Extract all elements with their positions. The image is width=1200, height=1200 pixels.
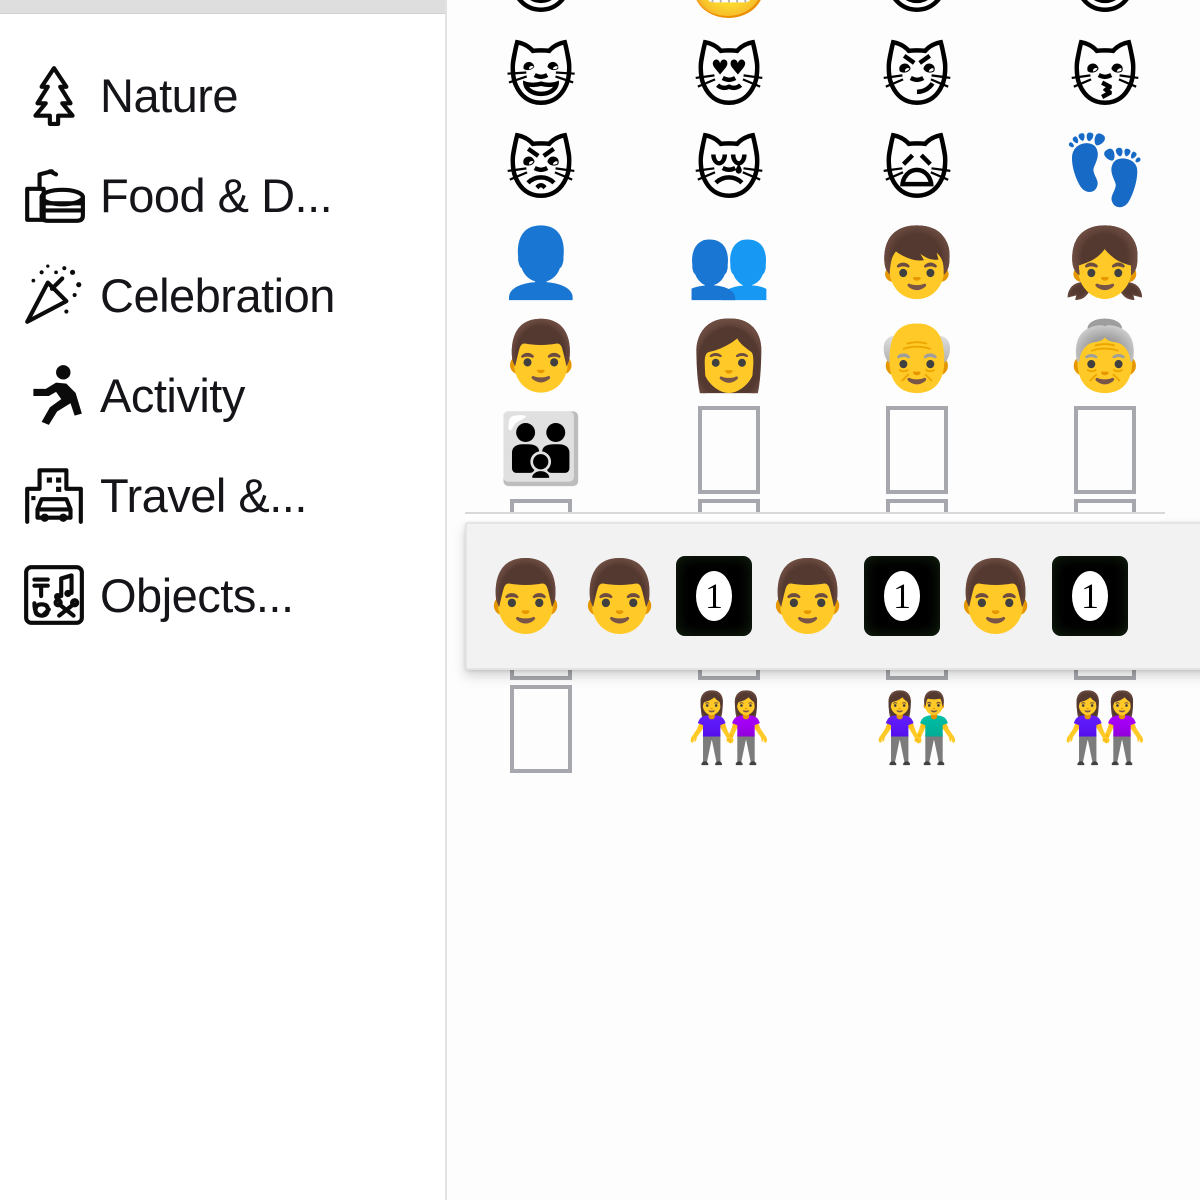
sidebar-item-celebration[interactable]: Celebration (0, 245, 445, 345)
skin-tone-option-man-light-tone[interactable]: 👨 (573, 561, 667, 631)
sidebar-item-objects[interactable]: Objects... (0, 545, 445, 645)
sidebar-item-label: Food & D... (100, 168, 333, 222)
sidebar-item-label: Nature (100, 68, 239, 122)
emoji-cell-man[interactable]: 👨 (447, 310, 635, 403)
emoji-glyph: 👤 (498, 223, 584, 303)
sidebar-item-label: Objects... (100, 568, 294, 622)
emoji-glyph: 😿 (693, 130, 765, 210)
skin-tone-option-man-medium-light-tone[interactable]: 👨 (761, 561, 855, 631)
running-person-icon (8, 362, 100, 428)
skin-tone-option-man-default-tone[interactable]: 👨 (479, 561, 573, 631)
emoji-glyph: 😽 (1069, 37, 1141, 117)
skin-tone-emoji-glyph: 👨 (764, 555, 852, 637)
sidebar-item-label: Activity (100, 368, 245, 422)
sidebar-item-nature[interactable]: Nature (0, 45, 445, 145)
sidebar-item-label: Celebration (100, 268, 335, 322)
emoji-cell-smiling-cat-heart-eyes[interactable]: 😻 (635, 31, 823, 124)
emoji-cell-pouting-cat-face[interactable]: 😾 (447, 124, 635, 217)
emoji-glyph: 👣 (1062, 130, 1148, 210)
skin-tone-modifier-digit: 1 (1072, 571, 1108, 621)
emoji-cell-cat-face-wry-smile[interactable]: 😼 (823, 31, 1011, 124)
symbols-grid-icon (8, 562, 100, 628)
missing-glyph-box-icon (510, 684, 572, 773)
skin-tone-emoji-glyph: 👨 (482, 555, 570, 637)
emoji-glyph: 👫 (874, 688, 960, 768)
skin-tone-modifier-digit: 1 (696, 571, 732, 621)
emoji-glyph: 👩 (686, 316, 772, 396)
emoji-glyph: 👵 (1062, 316, 1148, 396)
emoji-glyph: 😼 (881, 37, 953, 117)
emoji-cell-boy[interactable]: 👦 (823, 217, 1011, 310)
emoji-glyph: 😁 (882, 0, 953, 19)
skin-tone-option-skin-tone-modifier-box[interactable]: 1 (1043, 556, 1137, 636)
emoji-cell-woman[interactable]: 👩 (635, 310, 823, 403)
emoji-cell-footprints[interactable]: 👣 (1011, 124, 1199, 217)
skin-tone-option-skin-tone-modifier-box[interactable]: 1 (667, 556, 761, 636)
emoji-cell-kissing-cat-face[interactable]: 😽 (1011, 31, 1199, 124)
emoji-cell-beaming-face[interactable]: 😁 (823, 0, 1011, 31)
missing-glyph-box-icon (698, 405, 760, 494)
car-building-icon (8, 462, 100, 528)
emoji-cell-missing-glyph-box[interactable] (1011, 403, 1199, 496)
emoji-cell-smiling-face-open-mouth[interactable]: 😃 (447, 0, 635, 31)
emoji-glyph: 👭 (686, 688, 772, 768)
emoji-grid-panel[interactable]: 😃😬😁😂😺😻😼😽😾😿🙀👣👤👥👦👧👨👩👴👵👪👭👫👭 👨👨1👨1👨1 (447, 0, 1200, 1200)
skin-tone-modifier-box-icon: 1 (1052, 556, 1128, 636)
emoji-cell-two-women-holding-hands[interactable]: 👭 (1011, 682, 1199, 775)
emoji-glyph: 😂 (1065, 0, 1144, 19)
food-drink-icon (8, 162, 100, 228)
emoji-cell-missing-glyph-box[interactable] (635, 403, 823, 496)
emoji-cell-man-and-woman-holding-hands[interactable]: 👫 (823, 682, 1011, 775)
sidebar-item-activity[interactable]: Activity (0, 345, 445, 445)
emoji-glyph: 😬 (687, 0, 772, 19)
skin-tone-option-man-medium-tone[interactable]: 👨 (949, 561, 1043, 631)
skin-tone-popup[interactable]: 👨 👨 1 👨 1 👨 1 (465, 522, 1200, 670)
emoji-picker-window: Nature Food & D... Celebration Activity Trav… (0, 0, 1200, 1200)
emoji-cell-older-woman[interactable]: 👵 (1011, 310, 1199, 403)
emoji-cell-grimacing-face[interactable]: 😬 (635, 0, 823, 31)
skin-tone-modifier-box-icon: 1 (676, 556, 752, 636)
emoji-glyph: 👴 (874, 316, 960, 396)
skin-tone-option-skin-tone-modifier-box[interactable]: 1 (855, 556, 949, 636)
sidebar-item-label: Travel &... (100, 468, 307, 522)
emoji-glyph: 😺 (505, 37, 577, 117)
sidebar-item-travel[interactable]: Travel &... (0, 445, 445, 545)
emoji-glyph: 😾 (505, 130, 577, 210)
missing-glyph-box-icon (1074, 405, 1136, 494)
emoji-glyph: 👧 (1062, 223, 1148, 303)
missing-glyph-box-icon (886, 405, 948, 494)
category-list: Nature Food & D... Celebration Activity Trav… (0, 13, 445, 645)
emoji-glyph: 👦 (874, 223, 960, 303)
emoji-glyph: 😻 (693, 37, 765, 117)
skin-tone-emoji-glyph: 👨 (576, 555, 664, 637)
emoji-cell-older-man[interactable]: 👴 (823, 310, 1011, 403)
emoji-cell-face-with-tears-of-joy[interactable]: 😂 (1011, 0, 1199, 31)
emoji-cell-bust-in-silhouette[interactable]: 👤 (447, 217, 635, 310)
party-popper-icon (8, 262, 100, 328)
emoji-glyph: 😃 (506, 0, 577, 19)
emoji-glyph: 🙀 (881, 130, 953, 210)
emoji-cell-crying-cat-face[interactable]: 😿 (635, 124, 823, 217)
skin-tone-emoji-glyph: 👨 (952, 555, 1040, 637)
emoji-cell-grinning-cat-face[interactable]: 😺 (447, 31, 635, 124)
emoji-glyph: 👭 (1062, 688, 1148, 768)
emoji-glyph: 👨 (498, 316, 584, 396)
sidebar-item-food-d[interactable]: Food & D... (0, 145, 445, 245)
evergreen-tree-icon (8, 62, 100, 128)
emoji-glyph: 👪 (498, 409, 584, 489)
emoji-cell-busts-in-silhouette[interactable]: 👥 (635, 217, 823, 310)
emoji-cell-missing-glyph-box[interactable] (447, 682, 635, 775)
emoji-cell-missing-glyph-box[interactable] (823, 403, 1011, 496)
emoji-cell-two-women-holding-hands[interactable]: 👭 (635, 682, 823, 775)
emoji-cell-family[interactable]: 👪 (447, 403, 635, 496)
emoji-glyph: 👥 (686, 223, 772, 303)
emoji-cell-weary-cat-face[interactable]: 🙀 (823, 124, 1011, 217)
skin-tone-modifier-box-icon: 1 (864, 556, 940, 636)
sidebar-titlebar-strip (0, 0, 445, 14)
category-sidebar: Nature Food & D... Celebration Activity Trav… (0, 0, 447, 1200)
skin-tone-modifier-digit: 1 (884, 571, 920, 621)
emoji-cell-girl[interactable]: 👧 (1011, 217, 1199, 310)
